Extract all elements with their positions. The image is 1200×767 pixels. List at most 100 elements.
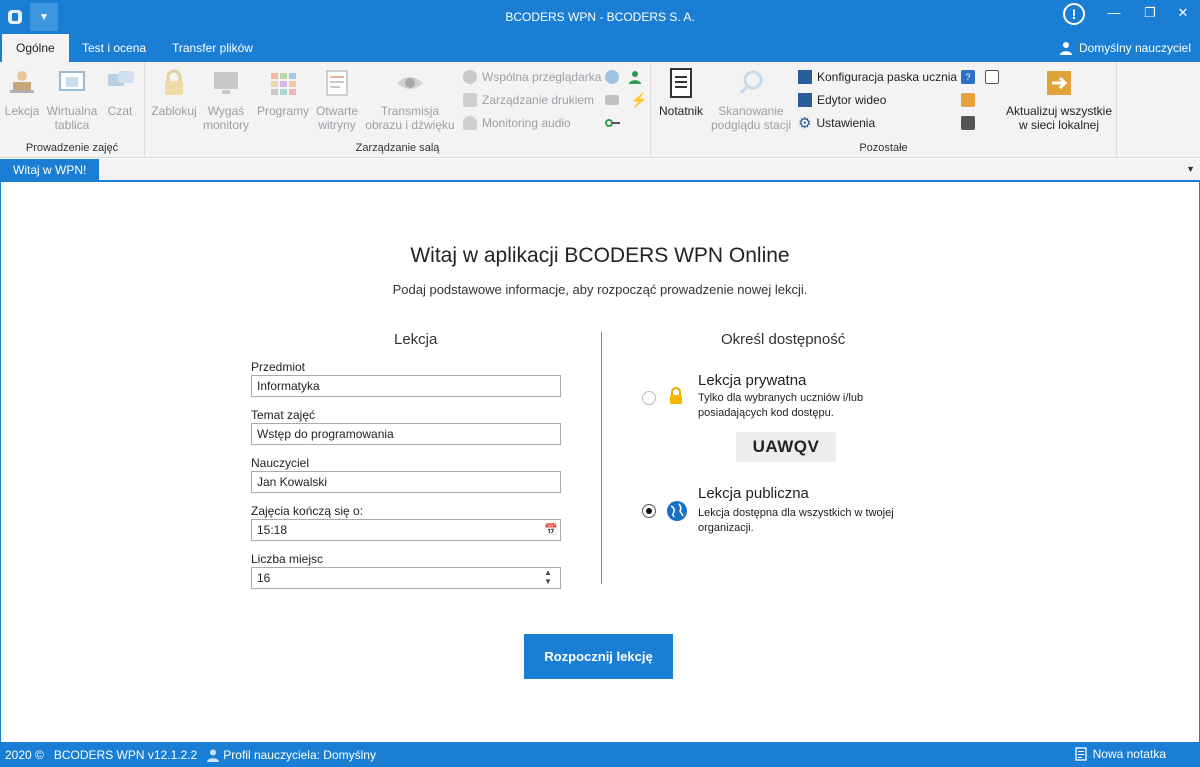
czat-button[interactable]: Czat: [104, 66, 136, 118]
edytor-wideo-button[interactable]: Edytor wideo: [798, 90, 886, 110]
title-bar: ▼ BCODERS WPN - BCODERS S. A. ! — ❐ ✕: [0, 0, 1200, 34]
ustawienia-button[interactable]: ⚙ Ustawienia: [798, 113, 875, 133]
tabs-dropdown-icon[interactable]: ▼: [1186, 164, 1195, 174]
copyright-year: 2020 ©: [5, 748, 44, 762]
lightning-icon: ⚡: [630, 91, 648, 108]
otwarte-witryny-button[interactable]: Otwarte witryny: [313, 66, 361, 132]
nauczyciel-input[interactable]: [251, 471, 561, 493]
minimize-icon[interactable]: —: [1104, 6, 1124, 20]
spinner-icon[interactable]: ▲ ▼: [544, 568, 552, 586]
view-message-button[interactable]: [961, 90, 975, 110]
calendar-icon[interactable]: 📅: [544, 523, 558, 536]
welcome-panel: Witaj w aplikacji BCODERS WPN Online Pod…: [0, 182, 1200, 742]
wygas-label-2: monitory: [202, 118, 249, 132]
zablokuj-label: Zablokuj: [151, 104, 197, 118]
otwarte-label-2: witryny: [318, 118, 356, 132]
teacher-icon: [5, 66, 39, 100]
aktualizuj-button[interactable]: Aktualizuj wszystkie w sieci lokalnej: [1003, 66, 1115, 132]
miejsca-label: Liczba miejsc: [251, 552, 324, 566]
wspolna-przegladarka-button[interactable]: Wspólna przeglądarka: [463, 67, 601, 87]
profile-user-icon: [207, 749, 220, 762]
keyboard-icon: [605, 95, 619, 105]
availability-section-title: Określ dostępność: [721, 331, 846, 348]
network-globe-button[interactable]: [605, 67, 619, 87]
monitoring-audio-button[interactable]: Monitoring audio: [463, 113, 571, 133]
konfiguracja-paska-button[interactable]: Konfiguracja paska ucznia: [798, 67, 957, 87]
profile-label: Profil nauczyciela: Domyślny: [223, 748, 376, 762]
transmisja-label-2: obrazu i dźwięku: [365, 118, 455, 132]
help-icon: ?: [961, 70, 975, 84]
programy-label: Programy: [256, 104, 309, 118]
key-button[interactable]: [605, 113, 621, 133]
tab-transfer-plikow[interactable]: Transfer plików: [158, 34, 267, 62]
webpage-icon: [320, 66, 354, 100]
skanowanie-button[interactable]: Skanowanie podglądu stacji: [709, 66, 793, 132]
monitor-icon: [209, 66, 243, 100]
video-icon: [798, 93, 812, 107]
przedmiot-label: Przedmiot: [251, 360, 306, 374]
private-radio[interactable]: [642, 391, 656, 405]
transmisja-button[interactable]: Transmisja obrazu i dźwięku: [365, 66, 455, 132]
druk-label: Zarządzanie drukiem: [482, 93, 595, 107]
ribbon: Lekcja Wirtualna tablica Czat Prowadzeni…: [0, 62, 1200, 158]
access-code[interactable]: UAWQV: [736, 432, 836, 462]
wygas-monitory-button[interactable]: Wygaś monitory: [201, 66, 251, 132]
start-lesson-button[interactable]: Rozpocznij lekcję: [524, 634, 673, 679]
restore-icon[interactable]: ❐: [1140, 6, 1160, 20]
wirtualna-tablica-button[interactable]: Wirtualna tablica: [44, 66, 100, 132]
key-icon: [605, 119, 620, 127]
user-icon: [1059, 42, 1072, 55]
zarzadzanie-drukiem-button[interactable]: Zarządzanie drukiem: [463, 90, 594, 110]
user-status-button[interactable]: [628, 67, 642, 87]
page-subtitle: Podaj podstawowe informacje, aby rozpocz…: [392, 282, 808, 297]
apps-grid-icon: [266, 66, 300, 100]
programy-button[interactable]: Programy: [255, 66, 311, 118]
user-menu[interactable]: Domyślny nauczyciel: [1059, 41, 1191, 55]
czat-label: Czat: [107, 104, 133, 118]
alert-icon[interactable]: !: [1063, 3, 1085, 25]
keyboard-button[interactable]: [605, 90, 619, 110]
tab-test-i-ocena[interactable]: Test i ocena: [68, 34, 160, 62]
ribbon-tabs: Ogólne Test i ocena Transfer plików Domy…: [0, 34, 1200, 62]
teacher-profile[interactable]: Profil nauczyciela: Domyślny: [207, 748, 376, 762]
public-description: Lekcja dostępna dla wszystkich w twojej …: [698, 507, 894, 534]
skan-label-1: Skanowanie: [718, 104, 784, 118]
message-eye-icon: [961, 93, 975, 107]
lightning-button[interactable]: ⚡: [630, 90, 647, 110]
document-tabs: Witaj w WPN! ▼: [0, 159, 1200, 182]
seats-input[interactable]: [251, 567, 561, 589]
notatnik-button[interactable]: Notatnik: [655, 66, 707, 118]
network-icon: [605, 70, 619, 84]
group-zarzadzanie: Zablokuj Wygaś monitory Programy Otwarte…: [145, 62, 651, 158]
otwarte-label-1: Otwarte: [315, 104, 358, 118]
section-divider: [601, 332, 602, 584]
clipboard-button[interactable]: [985, 67, 999, 87]
list-icon: [798, 70, 812, 84]
group-label-zarzadzanie: Zarządzanie salą: [355, 142, 440, 154]
new-note-button[interactable]: Nowa notatka: [1074, 747, 1166, 761]
eye-icon: [393, 66, 427, 100]
notatnik-label: Notatnik: [658, 104, 704, 118]
temat-input[interactable]: [251, 423, 561, 445]
user-name: Domyślny nauczyciel: [1078, 41, 1191, 55]
globe-icon: [463, 70, 477, 84]
tab-ogolne[interactable]: Ogólne: [2, 34, 69, 62]
zablokuj-button[interactable]: Zablokuj: [149, 66, 199, 118]
close-icon[interactable]: ✕: [1173, 6, 1193, 20]
new-note-label: Nowa notatka: [1092, 747, 1166, 761]
nauczyciel-label: Nauczyciel: [251, 456, 310, 470]
end-time-input[interactable]: [251, 519, 561, 541]
lesson-section-title: Lekcja: [394, 331, 438, 348]
app-version: BCODERS WPN v12.1.2.2: [53, 748, 198, 762]
przedmiot-input[interactable]: [251, 375, 561, 397]
tab-witaj[interactable]: Witaj w WPN!: [0, 159, 100, 182]
tablica-label-1: Wirtualna: [46, 104, 98, 118]
private-description: Tylko dla wybranych uczniów i/lub posiad…: [698, 392, 864, 419]
public-radio[interactable]: [642, 504, 656, 518]
printer-icon: [463, 93, 477, 107]
help-button[interactable]: ?: [961, 67, 975, 87]
private-title: Lekcja prywatna: [698, 372, 807, 389]
lekcja-button[interactable]: Lekcja: [4, 66, 40, 118]
skan-label-2: podglądu stacji: [710, 118, 792, 132]
comment-button[interactable]: [961, 113, 975, 133]
